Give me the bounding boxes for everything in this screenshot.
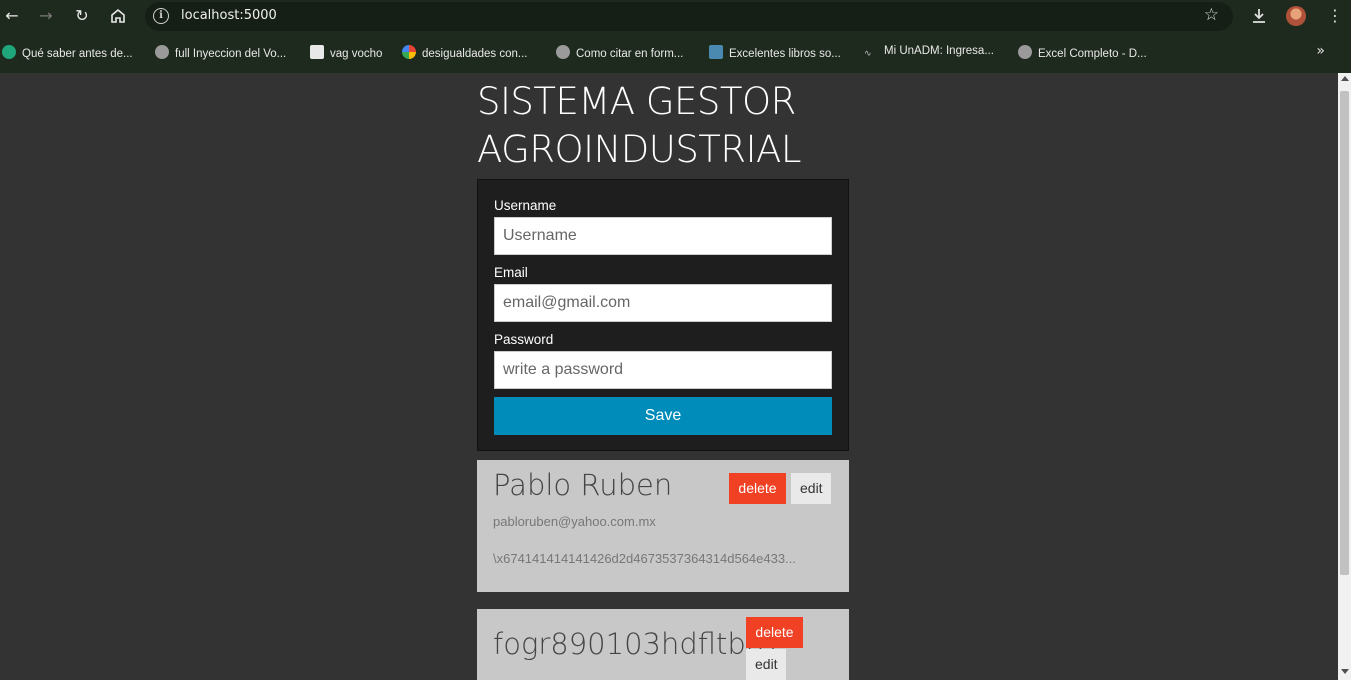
bookmark-label: desigualdades con... — [422, 48, 528, 60]
google-icon — [402, 45, 416, 59]
username-label: Username — [494, 198, 557, 213]
address-bar[interactable]: i localhost:5000 ☆ — [145, 2, 1233, 31]
scroll-down-arrow-icon[interactable] — [1341, 669, 1349, 674]
email-label: Email — [494, 265, 528, 280]
back-arrow-icon[interactable]: ← — [0, 4, 24, 28]
password-label: Password — [494, 332, 554, 347]
edit-button[interactable]: edit — [791, 473, 831, 504]
bookmark-item[interactable]: Excelentes libros so... — [709, 45, 841, 61]
image-icon — [709, 45, 723, 59]
profile-avatar[interactable] — [1286, 6, 1306, 26]
page-title: SISTEMA GESTOR AGROINDUSTRIAL — [477, 78, 857, 174]
edit-button[interactable]: edit — [746, 649, 786, 680]
bookmark-label: Excel Completo - D... — [1038, 48, 1147, 60]
download-icon[interactable] — [1250, 4, 1268, 32]
username-input[interactable] — [494, 217, 832, 255]
user-form: Username Email Password Save — [477, 179, 849, 451]
password-input[interactable] — [494, 351, 832, 389]
page-icon — [310, 45, 324, 59]
forward-arrow-icon[interactable]: → — [34, 4, 58, 28]
vinted-icon — [2, 45, 16, 59]
bookmark-label: full Inyeccion del Vo... — [175, 48, 287, 60]
user-card: fogr890103hdfltb07 delete edit — [477, 609, 849, 680]
bookmark-item[interactable]: ∿ Mi UnADM: Ingresa... — [864, 45, 994, 61]
globe-icon — [556, 45, 570, 59]
user-name: Pablo Ruben — [493, 468, 673, 502]
email-input[interactable] — [494, 284, 832, 322]
page-scrollbar[interactable] — [1338, 73, 1351, 680]
title-line: SISTEMA GESTOR — [477, 80, 796, 123]
user-card: Pablo Ruben delete edit pabloruben@yahoo… — [477, 460, 849, 592]
user-email: pabloruben@yahoo.com.mx — [493, 514, 656, 529]
save-button[interactable]: Save — [494, 397, 832, 435]
url-text[interactable]: localhost:5000 — [181, 8, 277, 23]
bookmarks-bar: Qué saber antes de... full Inyeccion del… — [0, 33, 1351, 73]
bookmark-star-icon[interactable]: ☆ — [1204, 5, 1219, 25]
bookmark-label: Mi UnADM: Ingresa... — [884, 45, 994, 57]
chevron-double-right-icon[interactable]: » — [1316, 43, 1325, 59]
home-icon[interactable] — [106, 4, 130, 28]
unadm-icon: ∿ — [864, 48, 872, 58]
page-content: SISTEMA GESTOR AGROINDUSTRIAL Username E… — [0, 73, 1338, 680]
bookmark-label: Excelentes libros so... — [729, 48, 841, 60]
user-name: fogr890103hdfltb07 — [493, 627, 783, 661]
bookmark-item[interactable]: Qué saber antes de... — [2, 45, 133, 61]
bookmark-item[interactable]: Como citar en form... — [556, 45, 683, 61]
delete-button[interactable]: delete — [746, 617, 803, 648]
user-password-hash: \x674141414141426d2d4673537364314d564e43… — [493, 551, 796, 566]
reload-icon[interactable]: ↻ — [70, 4, 94, 28]
globe-icon — [155, 45, 169, 59]
bookmark-item[interactable]: desigualdades con... — [402, 45, 528, 61]
menu-kebab-icon[interactable]: ⋮ — [1327, 4, 1343, 28]
site-info-icon[interactable]: i — [153, 8, 169, 24]
bookmark-label: Como citar en form... — [576, 48, 684, 60]
bookmark-item[interactable]: vag vocho — [310, 45, 382, 61]
globe-icon — [1018, 45, 1032, 59]
scroll-up-arrow-icon[interactable] — [1341, 76, 1349, 81]
scrollbar-thumb[interactable] — [1340, 91, 1349, 575]
bookmark-label: Qué saber antes de... — [22, 48, 133, 60]
bookmark-label: vag vocho — [330, 48, 383, 60]
delete-button[interactable]: delete — [729, 473, 786, 504]
title-line: AGROINDUSTRIAL — [477, 128, 801, 171]
browser-toolbar: ← → ↻ i localhost:5000 ☆ ⋮ — [0, 0, 1351, 33]
bookmark-item[interactable]: full Inyeccion del Vo... — [155, 45, 286, 61]
bookmark-item[interactable]: Excel Completo - D... — [1018, 45, 1147, 61]
